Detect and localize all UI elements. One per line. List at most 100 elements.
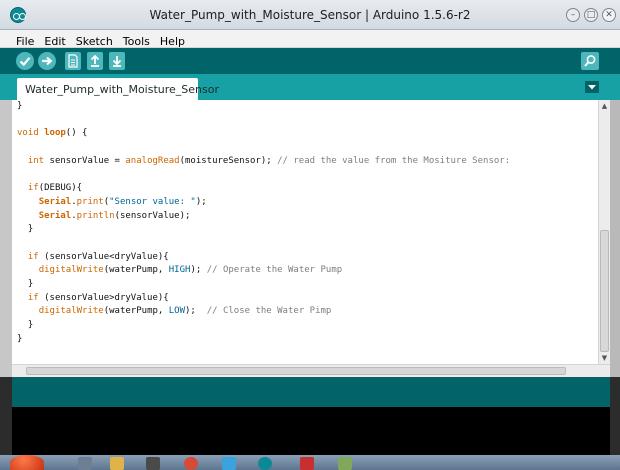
skype-icon[interactable]: [222, 457, 236, 470]
code-token: sensorValue =: [44, 155, 126, 166]
code-text: } void loop() { int sensorValue = analog…: [17, 100, 510, 346]
taskbar: [0, 455, 620, 470]
code-line: }: [17, 223, 510, 237]
code-line: }: [17, 333, 510, 347]
code-line: Serial.print("Sensor value: ");: [38, 196, 207, 207]
verify-button[interactable]: [16, 52, 34, 70]
code-token: (sensorValue<dryValue){: [38, 251, 169, 262]
code-token: (sensorValue);: [114, 210, 191, 221]
code-function: print: [76, 196, 104, 207]
code-token: (waterPump,: [103, 306, 169, 317]
open-button[interactable]: [87, 52, 103, 70]
vertical-scrollbar[interactable]: ▲ ▼: [598, 100, 610, 364]
editor-left-frame: [0, 100, 12, 377]
code-function: digitalWrite: [38, 265, 104, 276]
code-line: digitalWrite(waterPump, HIGH); // Operat…: [17, 264, 510, 278]
taskbar-app-icon[interactable]: [146, 457, 160, 470]
arduino-taskbar-icon[interactable]: [258, 457, 272, 470]
close-icon: ✕: [605, 10, 613, 20]
code-comment: // read the value from the Mositure Sens…: [271, 155, 511, 166]
chrome-icon[interactable]: [184, 457, 198, 470]
code-token: (DEBUG){: [38, 183, 83, 194]
code-keyword: void: [17, 128, 39, 139]
serial-monitor-icon: [584, 55, 596, 67]
open-icon: [90, 54, 100, 67]
minimize-button[interactable]: –: [566, 8, 580, 22]
code-keyword: if: [27, 183, 39, 194]
horizontal-scroll-thumb[interactable]: [26, 367, 566, 375]
code-function: digitalWrite: [38, 306, 104, 317]
arduino-ide-window: Water_Pump_with_Moisture_Sensor | Arduin…: [0, 0, 620, 470]
code-comment: // Close the Water Pimp: [206, 306, 332, 317]
upload-button[interactable]: [38, 52, 56, 70]
verify-icon: [19, 57, 31, 67]
scroll-up-icon[interactable]: ▲: [599, 100, 610, 112]
code-line: Serial.println(sensorValue);: [38, 210, 191, 221]
horizontal-scrollbar[interactable]: [12, 364, 610, 377]
code-token: }: [17, 333, 23, 344]
new-button[interactable]: [65, 52, 81, 70]
code-object: Serial: [38, 210, 72, 221]
serial-monitor-button[interactable]: [581, 52, 599, 70]
code-constant: HIGH: [168, 265, 191, 276]
upload-icon: [42, 56, 53, 66]
code-editor[interactable]: } void loop() { int sensorValue = analog…: [12, 100, 610, 364]
code-token: (sensorValue>dryValue){: [38, 292, 169, 303]
tab-sketch[interactable]: Water_Pump_with_Moisture_Sensor: [17, 78, 219, 100]
code-line: if(DEBUG){: [17, 182, 510, 196]
editor-right-frame: [610, 100, 620, 377]
code-string: "Sensor value: ": [109, 196, 196, 207]
code-function: analogRead: [125, 155, 180, 166]
code-token: );: [195, 196, 207, 207]
code-token: }: [27, 278, 34, 289]
code-keyword: if: [27, 292, 39, 303]
maximize-button[interactable]: □: [584, 8, 598, 22]
maximize-icon: □: [586, 10, 596, 20]
tab-bar: Water_Pump_with_Moisture_Sensor: [0, 74, 620, 100]
code-object: Serial: [38, 196, 72, 207]
tab-menu-chevron-down-icon[interactable]: [585, 81, 599, 93]
code-constant: LOW: [168, 306, 186, 317]
save-icon: [112, 56, 122, 67]
start-button[interactable]: [10, 455, 44, 470]
code-line: if (sensorValue>dryValue){: [17, 292, 510, 306]
code-token: }: [27, 320, 34, 330]
console-output[interactable]: [12, 407, 610, 455]
code-comment: // Operate the Water Pump: [206, 265, 343, 276]
code-line: digitalWrite(waterPump, LOW); // Close t…: [17, 305, 510, 319]
status-bar: [12, 377, 610, 407]
code-token: (waterPump,: [103, 265, 169, 276]
taskbar-app-icon[interactable]: [338, 457, 352, 470]
code-type: int: [27, 155, 45, 166]
scroll-down-icon[interactable]: ▼: [599, 352, 610, 364]
code-function: println: [76, 210, 115, 221]
code-line: }: [17, 319, 510, 333]
folder-icon[interactable]: [110, 457, 124, 470]
code-line: }: [17, 100, 510, 114]
code-token: );: [190, 265, 207, 276]
close-button[interactable]: ✕: [602, 8, 616, 22]
title-bar[interactable]: Water_Pump_with_Moisture_Sensor | Arduin…: [0, 0, 620, 30]
code-line: }: [17, 278, 510, 292]
left-frame-dark: [0, 377, 12, 455]
taskbar-app-icon[interactable]: [78, 457, 92, 470]
minimize-icon: –: [570, 10, 576, 20]
window-title: Water_Pump_with_Moisture_Sensor | Arduin…: [149, 8, 471, 22]
vertical-scroll-thumb[interactable]: [600, 230, 609, 352]
code-token: }: [27, 224, 34, 235]
code-line: if (sensorValue<dryValue){: [17, 251, 510, 265]
menu-bar: File Edit Sketch Tools Help: [0, 30, 620, 48]
code-token: }: [17, 101, 23, 111]
code-token: );: [185, 306, 207, 317]
code-line: void loop() {: [17, 127, 510, 141]
code-token: () {: [65, 128, 88, 139]
right-frame-dark: [610, 377, 620, 455]
taskbar-app-icon[interactable]: [300, 457, 314, 470]
code-keyword: if: [27, 251, 39, 262]
save-button[interactable]: [109, 52, 125, 70]
code-function: loop: [44, 128, 66, 139]
